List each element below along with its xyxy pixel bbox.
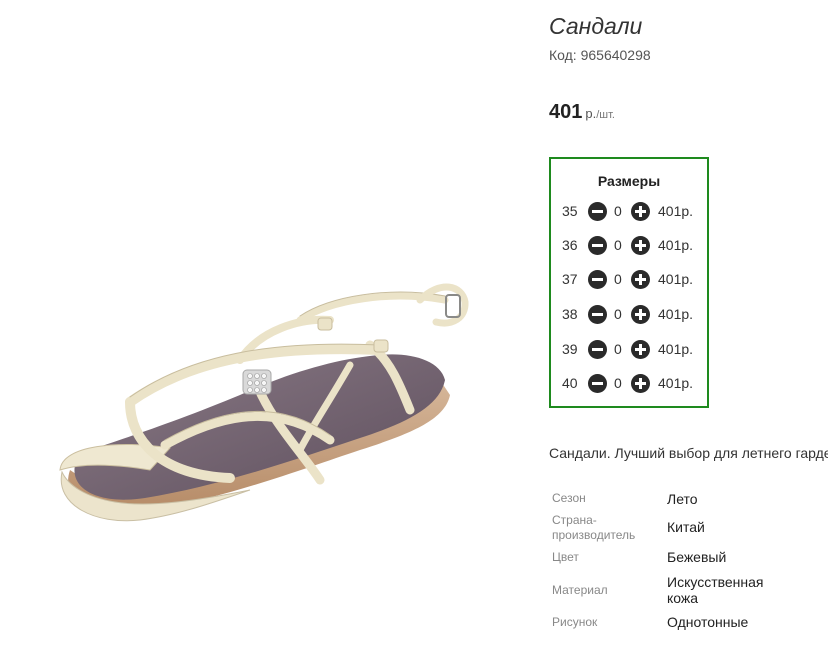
decrease-quantity-button[interactable] <box>588 202 607 221</box>
attribute-value: Бежевый <box>667 549 727 565</box>
quantity-value: 0 <box>614 271 622 287</box>
attribute-key: Материал <box>552 583 608 597</box>
size-label: 35 <box>562 203 578 219</box>
decrease-quantity-button[interactable] <box>588 236 607 255</box>
size-price: 401р. <box>658 375 694 391</box>
sandal-image <box>59 283 469 522</box>
size-label: 39 <box>562 341 578 357</box>
decrease-quantity-button[interactable] <box>588 270 607 289</box>
size-label: 38 <box>562 306 578 322</box>
decrease-quantity-button[interactable] <box>588 305 607 324</box>
decrease-quantity-button[interactable] <box>588 340 607 359</box>
increase-quantity-button[interactable] <box>631 374 650 393</box>
sizes-heading: Размеры <box>597 173 661 189</box>
quantity-value: 0 <box>614 203 622 219</box>
size-row: 36 0 401р. <box>562 236 702 256</box>
size-price: 401р. <box>658 341 694 357</box>
size-row: 35 0 401р. <box>562 202 702 222</box>
quantity-value: 0 <box>614 341 622 357</box>
increase-quantity-button[interactable] <box>631 305 650 324</box>
size-row: 39 0 401р. <box>562 340 702 360</box>
attribute-value: Лето <box>667 491 698 507</box>
price-currency: р. <box>585 106 597 121</box>
product-title: Сандали <box>549 13 643 39</box>
attribute-key: Сезон <box>552 491 586 505</box>
product-image[interactable] <box>0 0 530 651</box>
increase-quantity-button[interactable] <box>631 236 650 255</box>
size-row: 40 0 401р. <box>562 374 702 394</box>
product-price: 401 р./шт. <box>549 101 615 124</box>
attribute-value: Однотонные <box>667 614 749 630</box>
size-label: 37 <box>562 271 578 287</box>
product-code: Код: 965640298 <box>549 47 651 63</box>
sizes-panel: Размеры 35 0 401р. 36 0 401р. 37 0 401р.… <box>549 157 709 408</box>
size-label: 36 <box>562 237 578 253</box>
price-unit: р./шт. <box>585 106 615 121</box>
size-price: 401р. <box>658 306 694 322</box>
price-per-unit: /шт. <box>596 109 615 121</box>
quantity-value: 0 <box>614 237 622 253</box>
attribute-key: Страна-производитель <box>552 513 636 542</box>
size-label: 40 <box>562 375 578 391</box>
product-description: Сандали. Лучший выбор для летнего гардер… <box>549 445 828 461</box>
quantity-value: 0 <box>614 375 622 391</box>
attribute-key: Рисунок <box>552 615 598 629</box>
size-price: 401р. <box>658 203 694 219</box>
size-row: 38 0 401р. <box>562 305 702 325</box>
attribute-value: Искусственная кожа <box>667 574 764 606</box>
quantity-value: 0 <box>614 306 622 322</box>
decrease-quantity-button[interactable] <box>588 374 607 393</box>
attribute-value: Китай <box>667 519 705 535</box>
size-row: 37 0 401р. <box>562 270 702 290</box>
size-price: 401р. <box>658 237 694 253</box>
price-value: 401 <box>549 101 583 123</box>
product-info: Сандали Код: 965640298 401 р./шт. Размеры… <box>549 0 828 651</box>
size-price: 401р. <box>658 271 694 287</box>
attribute-key: Цвет <box>552 550 579 564</box>
increase-quantity-button[interactable] <box>631 340 650 359</box>
increase-quantity-button[interactable] <box>631 270 650 289</box>
increase-quantity-button[interactable] <box>631 202 650 221</box>
